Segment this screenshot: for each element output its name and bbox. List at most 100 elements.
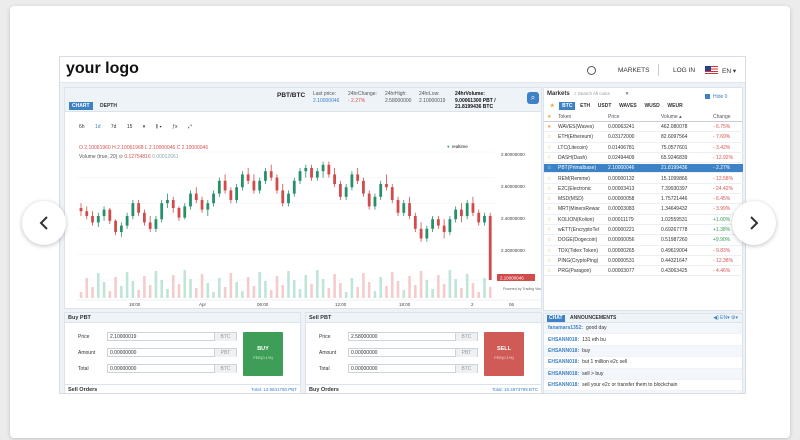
tab-announcements[interactable]: ANNOUNCEMENTS: [568, 315, 618, 322]
tab-chat[interactable]: CHAT: [547, 315, 565, 322]
indicators-icon[interactable]: ƒx: [172, 124, 177, 130]
markets-link[interactable]: MARKETS: [618, 67, 649, 74]
col-token[interactable]: Token: [558, 113, 571, 122]
search-button[interactable]: ⌕: [527, 92, 539, 104]
chat-username[interactable]: EHSANN018:: [548, 348, 579, 354]
interval-15[interactable]: 15 ▾: [127, 124, 145, 130]
candle-body: [488, 216, 492, 280]
tab-eth[interactable]: ETH: [577, 102, 593, 110]
sound-icon[interactable]: ◀): [713, 315, 719, 321]
candle-body: [264, 171, 267, 181]
market-row[interactable]: ☆ DASH(Dash) 0.02494409 65.9246839 - 12.92%: [544, 154, 743, 164]
next-slide-button[interactable]: [732, 201, 776, 245]
favorite-star-icon[interactable]: ☆: [547, 164, 551, 173]
favorite-star-icon[interactable]: ☆: [547, 267, 551, 276]
market-row[interactable]: ☆ REM(Remme) 0.00000132 15.1099866 - 12.58%: [544, 175, 743, 184]
market-row[interactable]: ☆ ETH(Ethereum) 0.03172000 82.6097564 - 7.69…: [544, 133, 743, 143]
market-change: - 7.69%: [713, 134, 731, 141]
market-row[interactable]: ★ WAVES(Waves) 0.00063241 462.080078 - 6.75%: [544, 123, 743, 133]
market-volume: 0.43063425: [661, 268, 688, 275]
favorite-star-icon[interactable]: ☆: [547, 133, 551, 142]
col-volume[interactable]: Volume ▴: [661, 113, 682, 122]
hide-zero-checkbox[interactable]: Hide 0: [705, 94, 727, 100]
tab-weur[interactable]: WEUR: [664, 102, 685, 110]
col-price[interactable]: Price: [608, 113, 619, 122]
market-row[interactable]: ☆ wETT(EncryptoTel 0.00000221 0.69267778 +1.…: [544, 226, 743, 236]
market-row[interactable]: ☆ PRG(Paragon) 0.00003077 0.43063425 - 4.46%: [544, 267, 743, 277]
candle-type-icon[interactable]: ⫼ ▾: [156, 124, 162, 130]
favorite-star-icon[interactable]: ☆: [547, 236, 551, 245]
favorite-star-icon[interactable]: ☆: [547, 226, 551, 235]
volume-bar: [402, 290, 406, 298]
market-price: 0.00011179: [608, 216, 634, 223]
favorite-star-icon[interactable]: ☆: [547, 257, 551, 266]
market-row[interactable]: ☆ TDX(Tidex Token) 0.00000265 0.49619004 - 9…: [544, 247, 743, 256]
tab-depth[interactable]: DEPTH: [97, 102, 120, 110]
market-volume: 0.44321647: [661, 257, 688, 264]
col-change[interactable]: Change: [713, 113, 731, 122]
favorite-star-icon[interactable]: ☆: [547, 195, 551, 204]
chat-username[interactable]: EHSANN018:: [548, 337, 579, 343]
favorite-star-icon[interactable]: ☆: [547, 216, 551, 225]
tab-wusd[interactable]: WUSD: [641, 102, 662, 110]
market-row[interactable]: ☆ MRT(MinersRewar 0.00003083 1.34649432 - 3.…: [544, 205, 743, 215]
market-row[interactable]: ☆ PBT(Primalbase) 2.10000046 21.8199436 - 2.…: [544, 164, 743, 174]
candle-body: [240, 174, 244, 188]
candlestick-chart[interactable]: 2.80000000 2.60000000 2.40000000 2.30000000…: [73, 140, 541, 308]
interval-7d[interactable]: 7d: [111, 124, 117, 130]
market-row[interactable]: ☆ DOGE(Dogecoin) 0.00000056 0.51987260 +9.90…: [544, 236, 743, 246]
chat-username[interactable]: EHSANN018:: [548, 371, 579, 377]
favorite-star-icon[interactable]: ☆: [547, 175, 551, 184]
favorite-star-icon[interactable]: ☆: [547, 144, 551, 153]
sell-button[interactable]: SELL FEE(0.1%): [484, 332, 524, 376]
market-change: - 12.58%: [713, 175, 734, 182]
chat-username[interactable]: EHSANN018:: [548, 393, 579, 394]
candle-body: [408, 203, 411, 216]
prev-slide-button[interactable]: [22, 201, 66, 245]
fullscreen-icon[interactable]: ⤢: [188, 124, 192, 130]
sell-price-input[interactable]: 2.58000000 BTC: [348, 332, 478, 341]
language-selector[interactable]: EN ▾: [722, 67, 736, 75]
buy-price-input[interactable]: 2.10000019 BTC: [107, 332, 237, 341]
favorite-star-icon[interactable]: ★: [547, 123, 551, 132]
favorite-star-icon[interactable]: ☆: [547, 205, 551, 214]
favorite-star-icon[interactable]: ☆: [547, 247, 551, 256]
chat-username[interactable]: EHSANN018:: [548, 382, 579, 388]
market-change: - 6.75%: [713, 124, 731, 130]
clear-search-icon[interactable]: ✕: [625, 91, 629, 96]
candle-body: [287, 193, 290, 204]
market-token: TDX(Tidex Token): [558, 247, 599, 254]
markets-search[interactable]: ⌕ Search All coins ✕: [574, 91, 629, 97]
chat-username[interactable]: fanamars1352:: [548, 325, 583, 331]
interval-6h[interactable]: 6h: [79, 124, 85, 130]
tab-favorites[interactable]: ★: [547, 102, 557, 110]
market-row[interactable]: ☆ LTC(Litecoin) 0.01406781 75.0577601 - 3.42…: [544, 144, 743, 153]
tab-chart[interactable]: CHART: [69, 102, 93, 110]
tab-usdt[interactable]: USDT: [595, 102, 615, 110]
market-price: 0.00000531: [608, 257, 635, 264]
site-logo[interactable]: your logo: [66, 60, 139, 78]
market-row[interactable]: ☆ PING(CryptoPing) 0.00000531 0.44321647 - 1…: [544, 257, 743, 267]
chat-options[interactable]: ◀) EN▾ ⚙▾: [713, 315, 738, 321]
settings-icon[interactable]: ⚙: [731, 315, 735, 321]
market-price: 0.00000058: [608, 196, 635, 203]
chat-username[interactable]: EHSANN018:: [548, 359, 579, 365]
tab-btc[interactable]: BTC: [559, 102, 576, 110]
theme-toggle-icon[interactable]: [587, 66, 596, 75]
market-row[interactable]: ☆ MSD(MSD) 0.00000058 1.75721446 - 6.45%: [544, 195, 743, 205]
us-flag-icon[interactable]: [705, 66, 718, 74]
market-price: 0.00003077: [608, 268, 635, 275]
market-row[interactable]: ☆ KOLION(Kolion) 0.00011179 1.02559531 +1.00…: [544, 216, 743, 225]
favorite-star-icon[interactable]: ☆: [547, 154, 551, 163]
volume-bar: [235, 282, 238, 298]
favorite-star-icon[interactable]: ☆: [547, 185, 551, 194]
buy-amount-input[interactable]: 0.00000000 PBT: [107, 348, 237, 357]
sell-amount-input[interactable]: 0.00000000 PBT: [348, 348, 478, 357]
sell-total-input[interactable]: 0.00000000 BTC: [348, 364, 478, 373]
tab-waves[interactable]: WAVES: [616, 102, 640, 110]
buy-total-input[interactable]: 0.00000000 BTC: [107, 364, 237, 373]
interval-1d[interactable]: 1d: [95, 124, 101, 130]
login-link[interactable]: LOG IN: [673, 67, 695, 74]
buy-button[interactable]: BUY FEE(0.1%): [243, 332, 283, 376]
market-row[interactable]: ☆ E2C(Electronic 0.00003413 7.39930397 - 24.…: [544, 185, 743, 195]
